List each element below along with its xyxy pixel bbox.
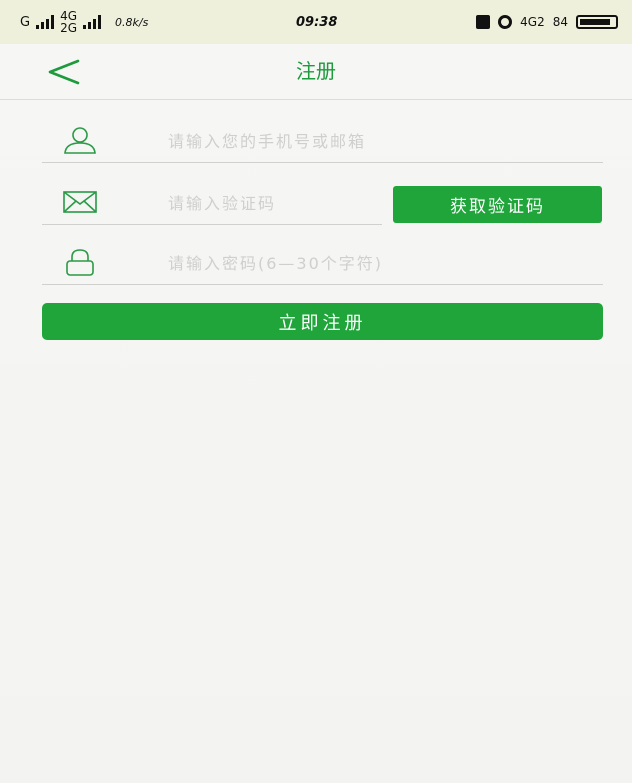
nav-bar: 注册 bbox=[0, 44, 632, 100]
account-input[interactable] bbox=[166, 126, 470, 156]
password-input[interactable] bbox=[166, 248, 470, 278]
status-right: 4G2 84 bbox=[476, 15, 618, 29]
user-icon bbox=[64, 127, 96, 154]
battery-icon bbox=[576, 15, 618, 29]
status-left: G 4G 2G 0.8k/s bbox=[20, 10, 148, 34]
network-speed: 0.8k/s bbox=[115, 15, 149, 29]
password-row bbox=[42, 240, 603, 285]
status-bar: G 4G 2G 0.8k/s 09:38 4G2 84 bbox=[0, 0, 632, 44]
clock: 09:38 bbox=[296, 14, 338, 30]
notification-icon bbox=[476, 15, 491, 29]
account-row bbox=[42, 118, 603, 163]
alarm-icon bbox=[498, 15, 513, 29]
code-row bbox=[42, 180, 382, 225]
network-type: 4G 2G bbox=[60, 10, 77, 34]
get-code-button[interactable]: 获取验证码 bbox=[393, 186, 602, 223]
register-screen: G 4G 2G 0.8k/s 09:38 4G2 84 注册 请输入您的手机号或… bbox=[0, 0, 632, 783]
code-input[interactable] bbox=[166, 188, 370, 218]
signal-icon-secondary bbox=[83, 15, 102, 29]
network-type-right: 4G2 bbox=[520, 15, 545, 29]
network-type-bottom: 2G bbox=[60, 21, 78, 35]
carrier-label: G bbox=[20, 14, 31, 30]
signal-icon bbox=[36, 15, 55, 29]
register-button[interactable]: 立即注册 bbox=[42, 303, 603, 340]
envelope-icon bbox=[63, 191, 97, 213]
page-title: 注册 bbox=[296, 59, 336, 83]
lock-icon bbox=[66, 249, 94, 276]
battery-level: 84 bbox=[552, 15, 568, 29]
